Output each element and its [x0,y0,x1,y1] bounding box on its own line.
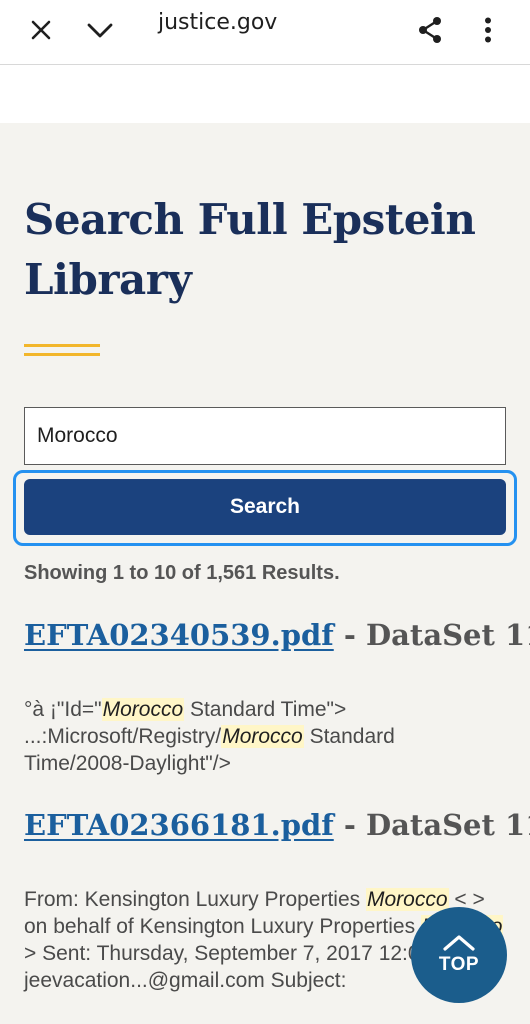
search-term-highlight: Morocco [366,888,449,911]
page-title: Search Full Epstein Library [24,195,476,304]
title-accent-line [24,353,100,356]
snippet-text: From: Kensington Luxury Properties [24,888,366,911]
share-icon[interactable] [406,6,454,54]
browser-toolbar: justice.gov [0,0,530,65]
title-accent-line [24,344,100,347]
result-link[interactable]: EFTA02366181.pdf [24,808,334,842]
back-to-top-label: TOP [438,954,480,975]
chevron-up-icon [443,935,475,951]
search-input[interactable] [24,407,506,465]
page-header-band [0,65,530,123]
url-bar[interactable]: justice.gov [158,10,277,35]
result-link[interactable]: EFTA02340539.pdf [24,618,334,652]
results-count: Showing 1 to 10 of 1,561 Results. [24,562,340,584]
back-to-top-button[interactable]: TOP [411,907,507,1003]
search-button[interactable]: Search [24,479,506,535]
search-term-highlight: Morocco [101,698,185,721]
chevron-down-icon[interactable] [76,6,124,54]
snippet-text: °à ¡"Id=" [24,698,102,721]
search-term-highlight: Morocco [221,725,304,748]
result-dataset: - DataSet 11 [343,618,530,652]
close-icon[interactable] [17,6,65,54]
result-dataset: - DataSet 11 [343,808,530,842]
result-title: EFTA02366181.pdf - DataSet 11 [24,808,530,842]
result-title: EFTA02340539.pdf - DataSet 11 [24,618,530,652]
result-snippet: °à ¡"Id="Morocco Standard Time"> ...:Mic… [24,696,504,777]
more-vert-icon[interactable] [464,6,512,54]
